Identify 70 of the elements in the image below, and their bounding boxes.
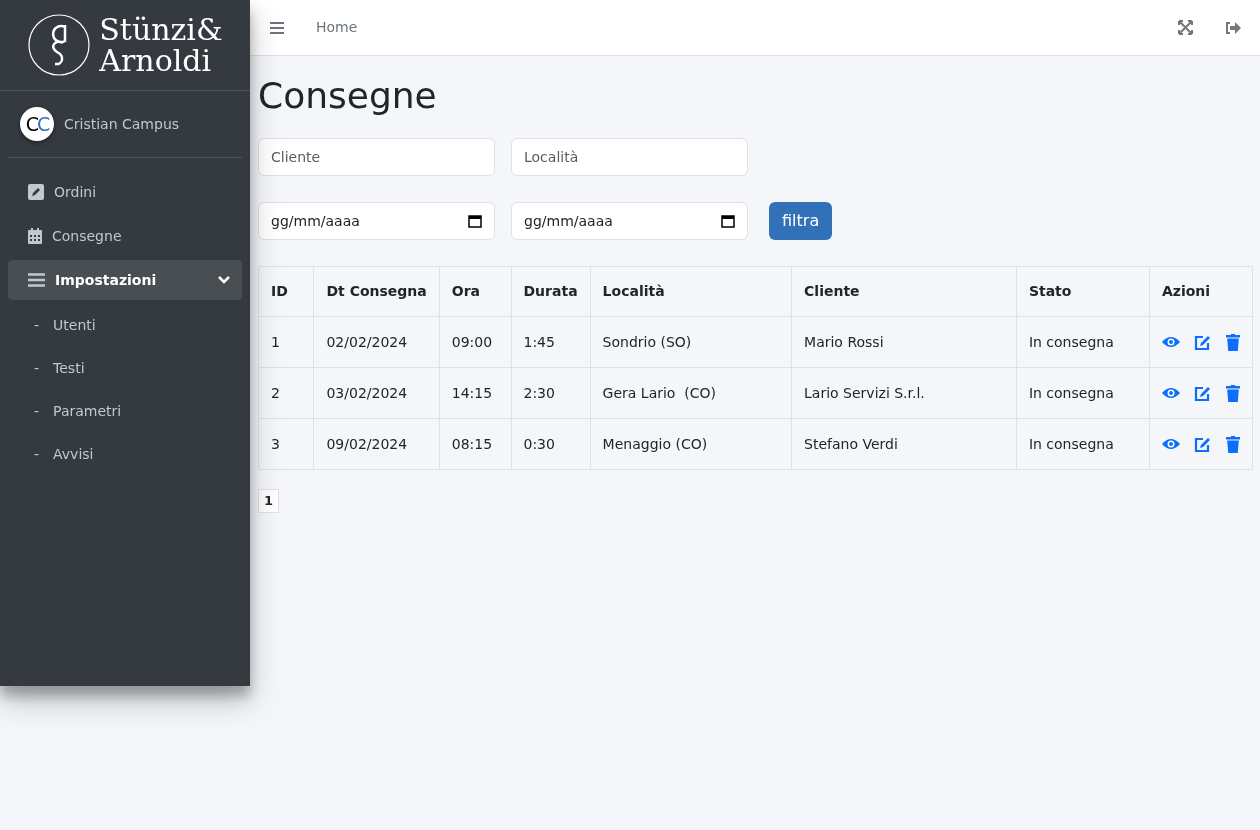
trash-icon[interactable]	[1225, 384, 1240, 402]
calendar-icon[interactable]	[468, 214, 482, 228]
view-icon[interactable]	[1161, 336, 1180, 348]
table-cell: Sondrio (SO)	[590, 316, 792, 368]
column-header: Azioni	[1149, 266, 1253, 317]
submenu-item[interactable]: Testi	[53, 358, 85, 379]
brand-name: Stünzi&	[99, 14, 223, 45]
edit-icon[interactable]	[1193, 435, 1212, 453]
table-cell: 14:15	[439, 367, 511, 419]
table-cell: Stefano Verdi	[791, 418, 1017, 470]
home-link[interactable]: Home	[316, 17, 358, 38]
edit-icon[interactable]	[1193, 384, 1212, 402]
column-header: Ora	[439, 266, 511, 317]
view-icon[interactable]	[1161, 387, 1180, 399]
submenu-item[interactable]: Utenti	[53, 315, 96, 336]
location-field[interactable]: Località	[511, 138, 748, 176]
logo-icon	[27, 13, 92, 77]
filter-button[interactable]: filtra	[769, 202, 833, 240]
table-cell: Menaggio (CO)	[590, 418, 792, 470]
table-cell: In consegna	[1016, 367, 1150, 419]
column-header: Stato	[1016, 266, 1150, 317]
logout-icon[interactable]	[1225, 20, 1241, 35]
calendar-icon[interactable]	[721, 214, 735, 228]
table-cell: 08:15	[439, 418, 511, 470]
edit-icon	[28, 184, 44, 200]
trash-icon[interactable]	[1225, 435, 1240, 453]
avatar: CC	[20, 107, 54, 141]
menu-icon	[28, 273, 45, 287]
submenu-item[interactable]: Avvisi	[53, 444, 94, 465]
table-cell: Lario Servizi S.r.l.	[791, 367, 1017, 419]
table-cell: 1	[258, 316, 314, 368]
sidebar-item[interactable]: Ordini	[8, 172, 242, 212]
edit-icon[interactable]	[1193, 333, 1212, 351]
table-cell: In consegna	[1016, 418, 1150, 470]
column-header: Cliente	[791, 266, 1017, 317]
page-link[interactable]: 1	[258, 489, 280, 513]
table-cell: 09/02/2024	[313, 418, 440, 470]
table-cell: Gera Lario (CO)	[590, 367, 792, 419]
bullet: -	[34, 316, 40, 335]
bullet: -	[34, 402, 40, 421]
table-cell: 02/02/2024	[313, 316, 440, 368]
sidebar-item[interactable]: Impostazioni	[8, 260, 242, 300]
table-cell: 2:30	[511, 367, 591, 419]
date-field[interactable]: gg/mm/aaaa	[511, 202, 748, 240]
fullscreen-icon[interactable]	[1178, 20, 1193, 35]
table-cell: 0:30	[511, 418, 591, 470]
user-name[interactable]: Cristian Campus	[64, 113, 180, 135]
submenu-item[interactable]: Parametri	[53, 401, 122, 422]
menu-icon[interactable]	[270, 21, 284, 34]
sidebar-item[interactable]: Consegne	[8, 216, 242, 256]
bullet: -	[34, 359, 40, 378]
table-cell: Mario Rossi	[791, 316, 1017, 368]
view-icon[interactable]	[1161, 438, 1180, 450]
bullet: -	[34, 445, 40, 464]
table-cell: 03/02/2024	[313, 367, 440, 419]
client-field[interactable]: Cliente	[258, 138, 495, 176]
table-cell: 1:45	[511, 316, 591, 368]
column-header: ID	[258, 266, 314, 317]
table-cell: 3	[258, 418, 314, 470]
table-cell: In consegna	[1016, 316, 1150, 368]
calendar-icon	[28, 228, 42, 244]
table-cell: 2	[258, 367, 314, 419]
column-header: Dt Consegna	[313, 266, 440, 317]
page-title: Consegne	[258, 74, 438, 118]
column-header: Durata	[511, 266, 591, 317]
trash-icon[interactable]	[1225, 333, 1240, 351]
date-field[interactable]: gg/mm/aaaa	[258, 202, 495, 240]
table-cell: 09:00	[439, 316, 511, 368]
column-header: Località	[590, 266, 792, 317]
brand-name: Arnoldi	[99, 45, 213, 76]
